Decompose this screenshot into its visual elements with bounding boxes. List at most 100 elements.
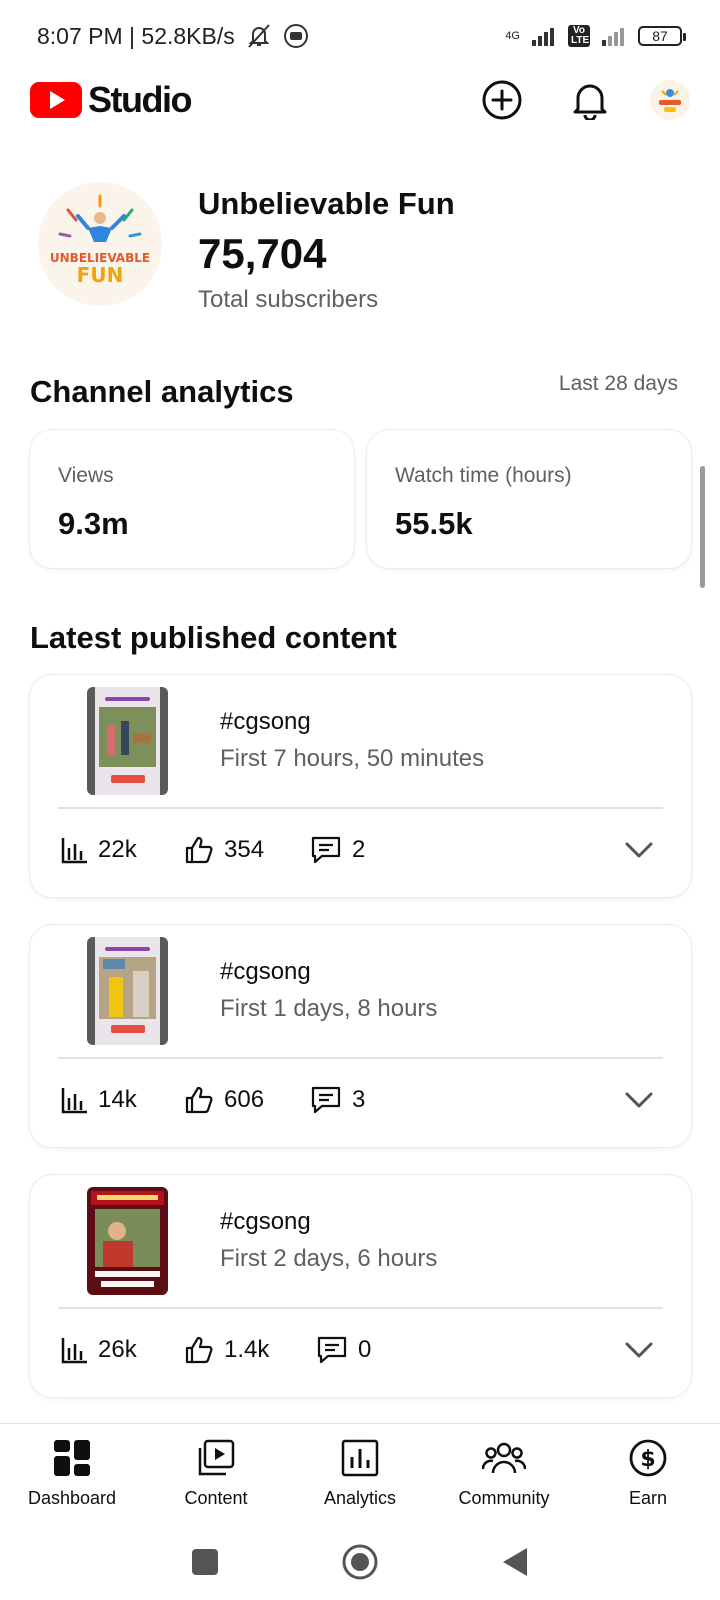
status-time-speed: 8:07 PM | 52.8KB/s [37,22,235,49]
app-bar: Studio [0,72,720,128]
channel-logo-mini-icon [650,80,690,120]
channel-header: UNBELIEVABLE FUN Unbelievable Fun 75,704… [38,182,455,316]
content-card[interactable]: #cgsong First 1 days, 8 hours 14k 606 3 [30,925,691,1147]
channel-name: Unbelievable Fun [198,186,455,221]
youtube-play-icon [30,82,82,118]
community-icon [482,1436,526,1480]
video-thumbnail[interactable] [87,687,168,795]
add-circle-icon [481,79,523,121]
svg-text:$: $ [640,1447,655,1472]
card-divider [58,1057,663,1059]
video-thumbnail[interactable] [87,937,168,1045]
signal-2-icon [600,26,628,46]
views-stat: 22k [60,836,184,864]
nav-label: Community [458,1488,550,1508]
views-count: 26k [98,1336,137,1363]
chevron-down-icon [624,1091,654,1109]
likes-count: 606 [224,1086,265,1113]
status-bar: 8:07 PM | 52.8KB/s 4G Vo LTE 87 [0,0,720,72]
watch-time-label: Watch time (hours) [395,464,572,487]
create-button[interactable] [478,76,526,124]
channel-logo-icon: UNBELIEVABLE FUN [38,182,162,306]
likes-stat: 1.4k [184,1335,316,1365]
analytics-period[interactable]: Last 28 days [559,372,678,396]
home-circle-icon [341,1543,379,1581]
video-period: First 2 days, 6 hours [220,1245,438,1272]
video-title: #cgsong [220,708,311,735]
earn-icon: $ [626,1436,670,1480]
notifications-button[interactable] [566,76,614,124]
watch-time-value: 55.5k [395,506,473,541]
views-card[interactable]: Views 9.3m [30,430,354,568]
likes-stat: 354 [184,835,310,865]
comment-icon [310,1085,342,1115]
video-thumbnail[interactable] [87,1187,168,1295]
studio-logo-text: Studio [88,79,192,120]
video-title: #cgsong [220,1208,311,1235]
home-button[interactable] [340,1542,380,1582]
expand-button[interactable] [623,834,655,866]
content-icon [194,1436,238,1480]
nav-label: Dashboard [27,1488,117,1508]
network-type: 4G [505,30,520,42]
recents-button[interactable] [185,1542,225,1582]
bottom-nav: Dashboard Content Analytics Community $ … [0,1423,720,1519]
channel-analytics-title: Channel analytics [30,374,294,409]
thumbs-up-icon [184,835,214,865]
views-count: 22k [98,836,137,863]
back-triangle-icon [501,1546,529,1578]
nav-label: Content [184,1488,248,1508]
views-stat: 26k [60,1336,184,1364]
subscriber-label: Total subscribers [198,286,379,313]
video-thumbnail-image [87,687,168,795]
comments-stat: 0 [316,1335,371,1365]
chevron-down-icon [624,1341,654,1359]
comment-icon [310,835,342,865]
comments-count: 2 [352,836,366,863]
back-button[interactable] [495,1542,535,1582]
likes-stat: 606 [184,1085,310,1115]
battery-indicator: 87 [638,26,686,46]
nav-earn[interactable]: $ Earn [578,1436,718,1509]
studio-logo[interactable]: Studio [30,79,192,121]
channel-avatar[interactable]: UNBELIEVABLE FUN [38,182,162,306]
scrollbar[interactable] [700,466,705,588]
card-divider [58,1307,663,1309]
nav-label: Analytics [323,1488,397,1508]
nav-analytics[interactable]: Analytics [290,1436,430,1509]
expand-button[interactable] [623,1084,655,1116]
views-count: 14k [98,1086,137,1113]
signal-icon [530,26,558,46]
thumbs-up-icon [184,1085,214,1115]
latest-content-title: Latest published content [30,620,397,655]
nav-community[interactable]: Community [434,1436,574,1509]
record-icon [283,23,309,49]
watch-time-card[interactable]: Watch time (hours) 55.5k [367,430,691,568]
dashboard-icon [50,1436,94,1480]
views-value: 9.3m [58,506,129,541]
likes-count: 354 [224,836,265,863]
bell-icon [572,80,608,120]
bar-chart-icon [60,1086,88,1114]
bar-chart-icon [60,1336,88,1364]
account-avatar[interactable] [650,80,690,120]
nav-label: Earn [628,1488,668,1508]
bar-chart-icon [60,836,88,864]
video-period: First 7 hours, 50 minutes [220,745,485,772]
comments-count: 0 [358,1336,372,1363]
volte-badge: Vo LTE [568,25,590,47]
expand-button[interactable] [623,1334,655,1366]
nav-dashboard[interactable]: Dashboard [2,1436,142,1509]
square-icon [191,1548,219,1576]
content-card[interactable]: #cgsong First 2 days, 6 hours 26k 1.4k 0 [30,1175,691,1397]
nav-content[interactable]: Content [146,1436,286,1509]
content-card[interactable]: #cgsong First 7 hours, 50 minutes 22k 35… [30,675,691,897]
views-stat: 14k [60,1086,184,1114]
comments-count: 3 [352,1086,366,1113]
subscriber-count: 75,704 [198,230,327,277]
likes-count: 1.4k [224,1336,270,1363]
channel-logo-text-bottom: FUN [77,263,124,287]
comment-icon [316,1335,348,1365]
video-period: First 1 days, 8 hours [220,995,438,1022]
video-thumbnail-image [87,1187,168,1295]
